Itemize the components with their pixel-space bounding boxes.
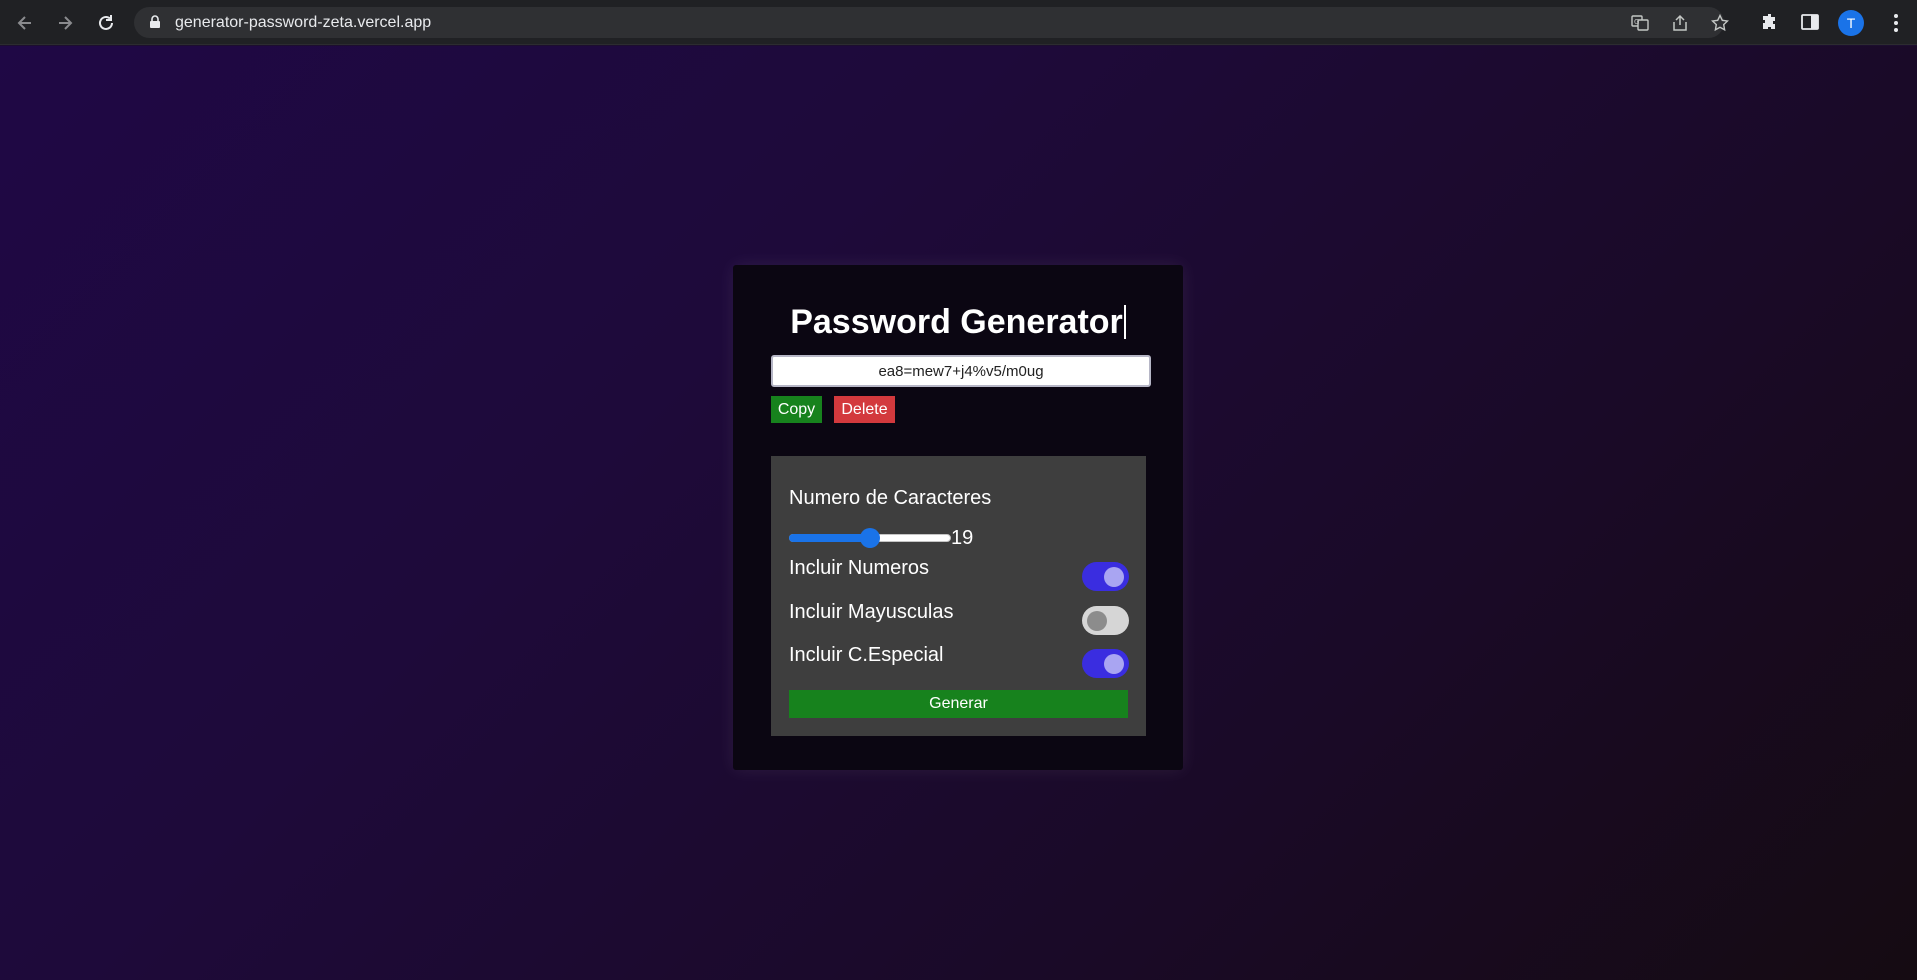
bookmark-star-icon[interactable] [1711,14,1729,32]
length-label: Numero de Caracteres [789,487,992,509]
toggle-numeros[interactable] [1082,562,1129,591]
delete-button[interactable]: Delete [834,396,895,423]
slider-thumb[interactable] [860,528,880,548]
page-title: Password Generator [733,303,1183,342]
toggle-knob [1104,567,1124,587]
address-bar[interactable]: generator-password-zeta.vercel.app G [134,7,1729,38]
page-background: Password Generator Copy Delete Numero de… [0,46,1917,980]
toggle-knob [1104,654,1124,674]
toggle-especial[interactable] [1082,649,1129,678]
slider-fill [789,534,870,542]
extensions-icon[interactable] [1760,12,1780,32]
toggle-mayusculas[interactable] [1082,606,1129,635]
share-icon[interactable] [1671,14,1689,32]
text-caret [1123,305,1126,339]
generate-button[interactable]: Generar [789,690,1128,718]
url-text[interactable]: generator-password-zeta.vercel.app [175,14,431,32]
option-label-mayusculas: Incluir Mayusculas [789,601,954,623]
length-value: 19 [951,527,974,549]
translate-icon[interactable]: G [1631,14,1649,32]
profile-avatar[interactable]: T [1838,10,1864,36]
copy-button[interactable]: Copy [771,396,822,423]
svg-text:G: G [1634,18,1639,26]
back-icon[interactable] [10,8,40,38]
option-label-numeros: Incluir Numeros [789,557,930,579]
toggle-knob [1087,611,1107,631]
side-panel-icon[interactable] [1800,12,1820,32]
options-panel: Numero de Caracteres 19 Incluir Numeros … [771,456,1146,736]
password-output-field[interactable] [771,355,1151,387]
lock-icon[interactable] [148,15,162,29]
length-slider[interactable] [789,528,951,548]
reload-icon[interactable] [91,8,121,38]
option-label-especial: Incluir C.Especial [789,644,944,666]
generator-card: Password Generator Copy Delete Numero de… [733,265,1183,770]
browser-toolbar: generator-password-zeta.vercel.app G T [0,0,1917,45]
title-text: Password Generator [790,303,1123,341]
forward-icon[interactable] [50,8,80,38]
more-menu-icon[interactable] [1886,12,1906,34]
